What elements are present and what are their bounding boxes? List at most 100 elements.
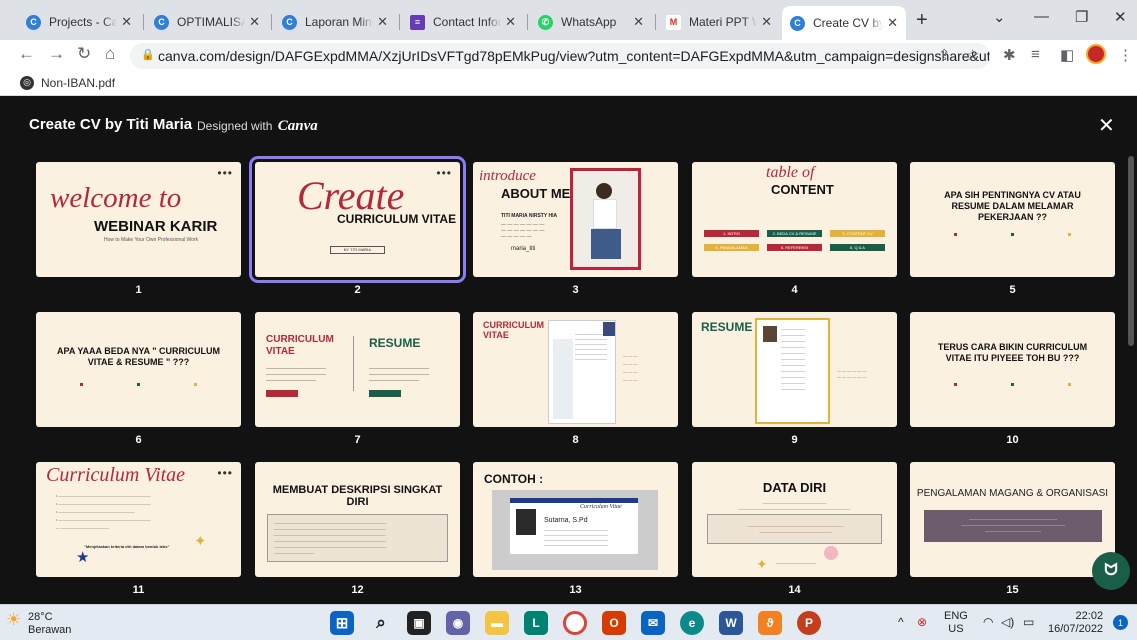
tray-chevron-icon[interactable]: ^ <box>898 615 904 629</box>
data-box: ———————————————————————— ————————————————… <box>707 514 882 544</box>
close-icon[interactable]: ✕ <box>377 14 388 30</box>
close-icon[interactable]: ✕ <box>121 14 132 30</box>
slide-handle: maria_titi <box>511 246 536 252</box>
slide-heading: CONTENT <box>771 182 834 197</box>
slide-3[interactable]: introduce ABOUT ME TITI MARIA NIRSTY HIA… <box>473 162 678 277</box>
restore-button[interactable]: ❐ <box>1075 8 1088 26</box>
slide-number: 15 <box>1006 584 1019 596</box>
more-options-icon[interactable]: ••• <box>436 166 452 180</box>
windows-start-icon[interactable]: ⊞ <box>330 611 354 635</box>
minimize-button[interactable]: — <box>1034 8 1049 25</box>
tab-laporan[interactable]: C Laporan Minggu ✕ <box>274 8 396 36</box>
reading-list-icon[interactable]: ≡ <box>1031 46 1040 63</box>
share-icon[interactable]: ⇪ <box>938 46 951 64</box>
slide-15[interactable]: PENGALAMAN MAGANG & ORGANISASI —————————… <box>910 462 1115 577</box>
slide-13[interactable]: CONTOH : Curriculum Vitae Sutarna, S.Pd … <box>473 462 678 577</box>
extensions-icon[interactable]: ✱ <box>1003 46 1016 64</box>
tab-create-cv[interactable]: C Create CV by Ti ✕ <box>782 6 906 40</box>
example-cv-lines: ———————————————— ———————————————— ————————… <box>544 527 608 547</box>
slide-6[interactable]: APA YAAA BEDA NYA " CURRICULUM VITAE & R… <box>36 312 241 427</box>
decor-dot <box>1068 383 1071 386</box>
slide-script: table of <box>766 164 815 181</box>
grammar-assistant-button[interactable]: ᗢ <box>1092 552 1130 590</box>
slide-10[interactable]: TERUS CARA BIKIN CURRICULUM VITAE ITU PI… <box>910 312 1115 427</box>
tab-search-icon[interactable]: ⌄ <box>993 8 1006 26</box>
tab-whatsapp[interactable]: ✆ WhatsApp ✕ <box>530 8 652 36</box>
slide-11[interactable]: ••• Curriculum Vitae • —————————————————… <box>36 462 241 577</box>
notification-badge[interactable]: 1 <box>1113 615 1128 630</box>
profile-avatar[interactable] <box>1086 44 1106 64</box>
toc-item: 5. REFERENSI <box>767 244 822 251</box>
tab-optimalisasi[interactable]: C OPTIMALISASI ✕ <box>146 8 268 36</box>
slide-9[interactable]: RESUME —————— —————— —————— —————— —————— ———… <box>692 312 897 427</box>
more-options-icon[interactable]: ••• <box>217 166 233 180</box>
back-icon[interactable]: ← <box>18 44 35 64</box>
slide-12[interactable]: MEMBUAT DESKRIPSI SINGKAT DIRI —————————… <box>255 462 460 577</box>
wifi-icon[interactable]: ◠ <box>983 615 993 629</box>
slide-1[interactable]: ••• welcome to WEBINAR KARIR How to Make… <box>36 162 241 277</box>
search-icon[interactable]: ⌕ <box>369 611 393 635</box>
tray-app-icon[interactable]: ⊗ <box>917 615 927 629</box>
close-icon[interactable]: ✕ <box>505 14 516 30</box>
example-photo <box>516 509 536 535</box>
language-indicator[interactable]: ENG US <box>944 610 968 636</box>
portrait-photo <box>573 171 638 267</box>
tab-materi[interactable]: M Materi PPT We ✕ <box>658 8 780 36</box>
menu-icon[interactable]: ⋮ <box>1118 46 1133 64</box>
tab-label: OPTIMALISASI <box>177 15 246 29</box>
slide-script: welcome to <box>50 182 182 214</box>
battery-icon[interactable]: ▭ <box>1023 615 1034 629</box>
close-viewer-icon[interactable]: ✕ <box>1098 113 1115 138</box>
home-icon[interactable]: ⌂ <box>105 44 115 64</box>
mail-icon[interactable]: ✉ <box>641 611 665 635</box>
slide-4[interactable]: table of CONTENT 1. INTRO 2. BEDA CV & R… <box>692 162 897 277</box>
decor-dot <box>954 383 957 386</box>
close-icon[interactable]: ✕ <box>887 15 898 31</box>
slide-heading: TERUS CARA BIKIN CURRICULUM VITAE ITU PI… <box>937 342 1088 363</box>
slide-heading: WEBINAR KARIR <box>94 218 218 235</box>
task-view-icon[interactable]: ▣ <box>407 611 431 635</box>
new-tab-button[interactable]: + <box>916 9 928 32</box>
edge-icon[interactable]: e <box>680 611 704 635</box>
slide-14[interactable]: DATA DIRI ———————————————— ——————————————… <box>692 462 897 577</box>
slide-2[interactable]: ••• Create CURRICULUM VITAE BY TITI MARI… <box>249 156 466 283</box>
canva-icon: C <box>154 14 169 30</box>
bookmark-non-iban[interactable]: Non-IBAN.pdf <box>41 76 115 90</box>
teams-chat-icon[interactable]: ◉ <box>446 611 470 635</box>
slide-7[interactable]: CURRICULUM VITAE ———————————— ———————————… <box>255 312 460 427</box>
canva-logo[interactable]: Canva <box>278 118 318 134</box>
more-options-icon[interactable]: ••• <box>217 466 233 480</box>
clock[interactable]: 22:02 16/07/2022 <box>1048 610 1103 636</box>
close-icon[interactable]: ✕ <box>249 14 260 30</box>
bookmark-star-icon[interactable]: ☆ <box>966 46 979 64</box>
close-window-button[interactable]: ✕ <box>1114 8 1127 26</box>
slide-5[interactable]: APA SIH PENTINGNYA CV ATAU RESUME DALAM … <box>910 162 1115 277</box>
scrollbar[interactable] <box>1128 156 1134 346</box>
office-icon[interactable]: O <box>602 611 626 635</box>
sparkle-icon: ✦ <box>756 556 768 572</box>
tab-projects[interactable]: C Projects - Canva ✕ <box>18 8 140 36</box>
side-panel-icon[interactable]: ◧ <box>1060 46 1074 64</box>
slide-8[interactable]: CURRICULUM VITAE ———————— ———————— ———————… <box>473 312 678 427</box>
powerpoint-icon[interactable]: P <box>797 611 821 635</box>
cv-sidebar <box>553 339 573 419</box>
app-orange-icon[interactable]: ϑ <box>758 611 782 635</box>
close-icon[interactable]: ✕ <box>633 14 644 30</box>
volume-icon[interactable]: ◁) <box>1001 615 1014 629</box>
reload-icon[interactable]: ↻ <box>77 44 91 64</box>
word-icon[interactable]: W <box>719 611 743 635</box>
slide-number: 12 <box>351 584 364 596</box>
file-explorer-icon[interactable]: ▬ <box>485 611 509 635</box>
slide-heading: APA YAAA BEDA NYA " CURRICULUM VITAE & R… <box>57 346 220 367</box>
close-icon[interactable]: ✕ <box>761 14 772 30</box>
tab-separator <box>527 14 528 30</box>
weather-widget[interactable]: ☀ 28°C Berawan <box>6 611 71 637</box>
forward-icon[interactable]: → <box>48 44 65 64</box>
resume-photo <box>763 326 777 342</box>
design-title: Create CV by Titi Maria <box>29 116 193 133</box>
slide-script: Curriculum Vitae <box>46 464 186 486</box>
tab-contact-info[interactable]: ≡ Contact Information ✕ <box>402 8 524 36</box>
app-l-icon[interactable]: L <box>524 611 548 635</box>
address-bar[interactable]: 🔒 canva.com/design/DAFGExpdMMA/XzjUrIDsV… <box>130 43 990 69</box>
chrome-icon[interactable] <box>563 611 587 635</box>
